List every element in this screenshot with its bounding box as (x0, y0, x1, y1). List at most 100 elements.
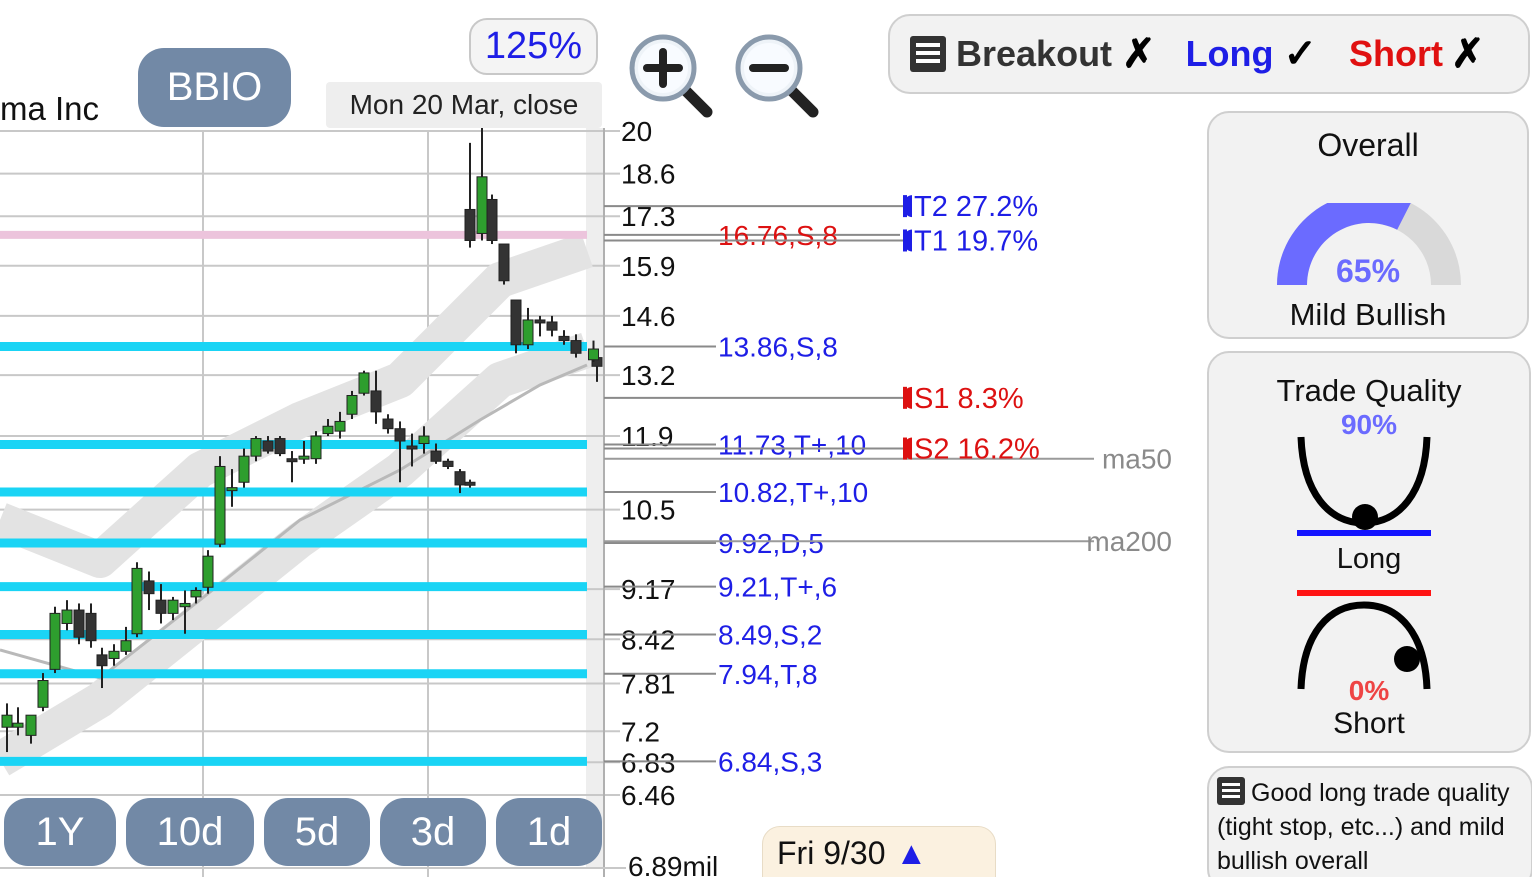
candle-body (382, 418, 394, 430)
zoom-level-badge[interactable]: 125% (469, 18, 598, 75)
candle-body (442, 460, 454, 467)
date-label: Mon 20 Mar, close (326, 82, 602, 128)
candle-body (454, 471, 466, 486)
support-level-label: 7.94,T,8 (718, 659, 818, 690)
candle-body (85, 612, 97, 642)
y-tick-label: 14.6 (621, 301, 676, 332)
overall-value: 65% (1335, 253, 1401, 289)
support-level-label: 10.82,T+,10 (718, 477, 868, 508)
short-quality-label: Short (1333, 707, 1405, 740)
support-level-label: 6.84,S,3 (718, 746, 822, 777)
target-marker-bar (903, 229, 907, 252)
range-1d-button[interactable]: 1d (496, 798, 602, 866)
target-label: T2 27.2% (914, 191, 1038, 223)
document-icon[interactable] (1217, 777, 1245, 805)
candle-body (274, 438, 286, 455)
candle-body (250, 438, 262, 457)
signal-bar: Breakout ✗ Long ✓ Short ✗ (888, 14, 1530, 94)
range-3d-button[interactable]: 3d (380, 798, 486, 866)
support-level-label: 11.73,T+,10 (718, 430, 866, 461)
y-tick-label: 6.83 (621, 747, 676, 778)
long-quality-label: Long (1336, 543, 1402, 575)
candle-body (298, 455, 310, 460)
document-icon[interactable] (910, 36, 946, 72)
candle-body (558, 335, 570, 342)
support-level-label: 9.21,T+,6 (718, 572, 837, 603)
candle-body (522, 319, 534, 346)
candle-body (464, 208, 476, 241)
zoom-in-icon (629, 34, 713, 118)
candle-body (588, 348, 599, 361)
breakout-cross-icon: ✗ (1122, 32, 1156, 76)
y-tick-label: 11.9 (621, 421, 673, 452)
candle-body (464, 481, 476, 486)
candle-body (394, 428, 406, 442)
candle-body (202, 555, 214, 588)
candle-body (486, 198, 498, 241)
summary-note: Good long trade quality (tight stop, etc… (1207, 766, 1532, 877)
candle-body (570, 340, 582, 354)
candle-body (1, 714, 13, 728)
target-label: S2 16.2% (914, 434, 1040, 466)
ticker-button[interactable]: BBIO (138, 48, 291, 127)
candle-body (370, 390, 382, 413)
candle-body (25, 714, 37, 736)
candle-body (61, 609, 73, 624)
candle-body (346, 395, 358, 415)
support-level-label: 13.86,S,8 (718, 331, 838, 362)
candle-body (546, 321, 558, 331)
short-label: Short (1349, 33, 1444, 74)
candle-body (498, 243, 510, 282)
volume-label: 6.89mil (628, 851, 718, 877)
candle-body (262, 440, 274, 452)
candle-body (226, 487, 238, 492)
overall-panel: Overall 65% Mild Bullish (1207, 111, 1529, 339)
ma-label: ma200 (1086, 526, 1172, 557)
candle-body (430, 450, 442, 462)
y-tick-label: 20 (621, 116, 652, 147)
target-label: S1 8.3% (914, 383, 1024, 415)
zoom-out-icon (735, 34, 819, 118)
long-check-icon: ✓ (1283, 32, 1318, 76)
candle-body (358, 372, 370, 394)
range-1y-button[interactable]: 1Y (4, 798, 116, 866)
candle-body (143, 580, 155, 595)
zoom-out-button[interactable] (733, 32, 819, 118)
support-level-label: 8.49,S,2 (718, 619, 822, 650)
plot-edge-shade (586, 128, 604, 868)
short-cross-icon: ✗ (1451, 32, 1485, 76)
trade-quality-title: Trade Quality (1276, 373, 1462, 408)
ma-label: ma50 (1102, 444, 1172, 475)
candle-body (534, 319, 546, 324)
y-tick-label: 13.2 (621, 360, 676, 391)
y-tick-label: 8.42 (621, 624, 676, 655)
candle-body (49, 612, 61, 670)
candle-body (322, 425, 334, 435)
y-tick-label: 9.17 (621, 574, 676, 605)
candle-body (155, 599, 167, 614)
candle-body (120, 640, 132, 652)
company-name: ma Inc (0, 90, 100, 127)
candle-body (418, 435, 430, 445)
candle-body (476, 176, 488, 234)
candle-body (37, 679, 49, 708)
up-arrow-icon: ▲ (895, 835, 928, 871)
candle-body (12, 722, 24, 728)
overall-sentiment: Mild Bullish (1289, 297, 1447, 332)
zoom-in-button[interactable] (627, 32, 713, 118)
target-marker-bar (903, 386, 907, 409)
range-5d-button[interactable]: 5d (264, 798, 370, 866)
long-bowl-icon (1297, 436, 1431, 536)
support-level-label: 9.92,D,5 (718, 528, 824, 559)
candle-body (131, 567, 143, 635)
range-10d-button[interactable]: 10d (126, 798, 254, 866)
target-marker-bar (903, 437, 907, 460)
breakout-label: Breakout (956, 33, 1113, 74)
short-quality-value: 0% (1348, 675, 1390, 706)
y-tick-label: 15.9 (621, 251, 676, 282)
date-tag[interactable]: Fri 9/30 ▲ (762, 826, 996, 877)
candle-body (214, 465, 226, 545)
y-tick-label: 10.5 (621, 495, 676, 526)
long-label: Long (1185, 33, 1274, 74)
y-tick-label: 18.6 (621, 159, 676, 190)
